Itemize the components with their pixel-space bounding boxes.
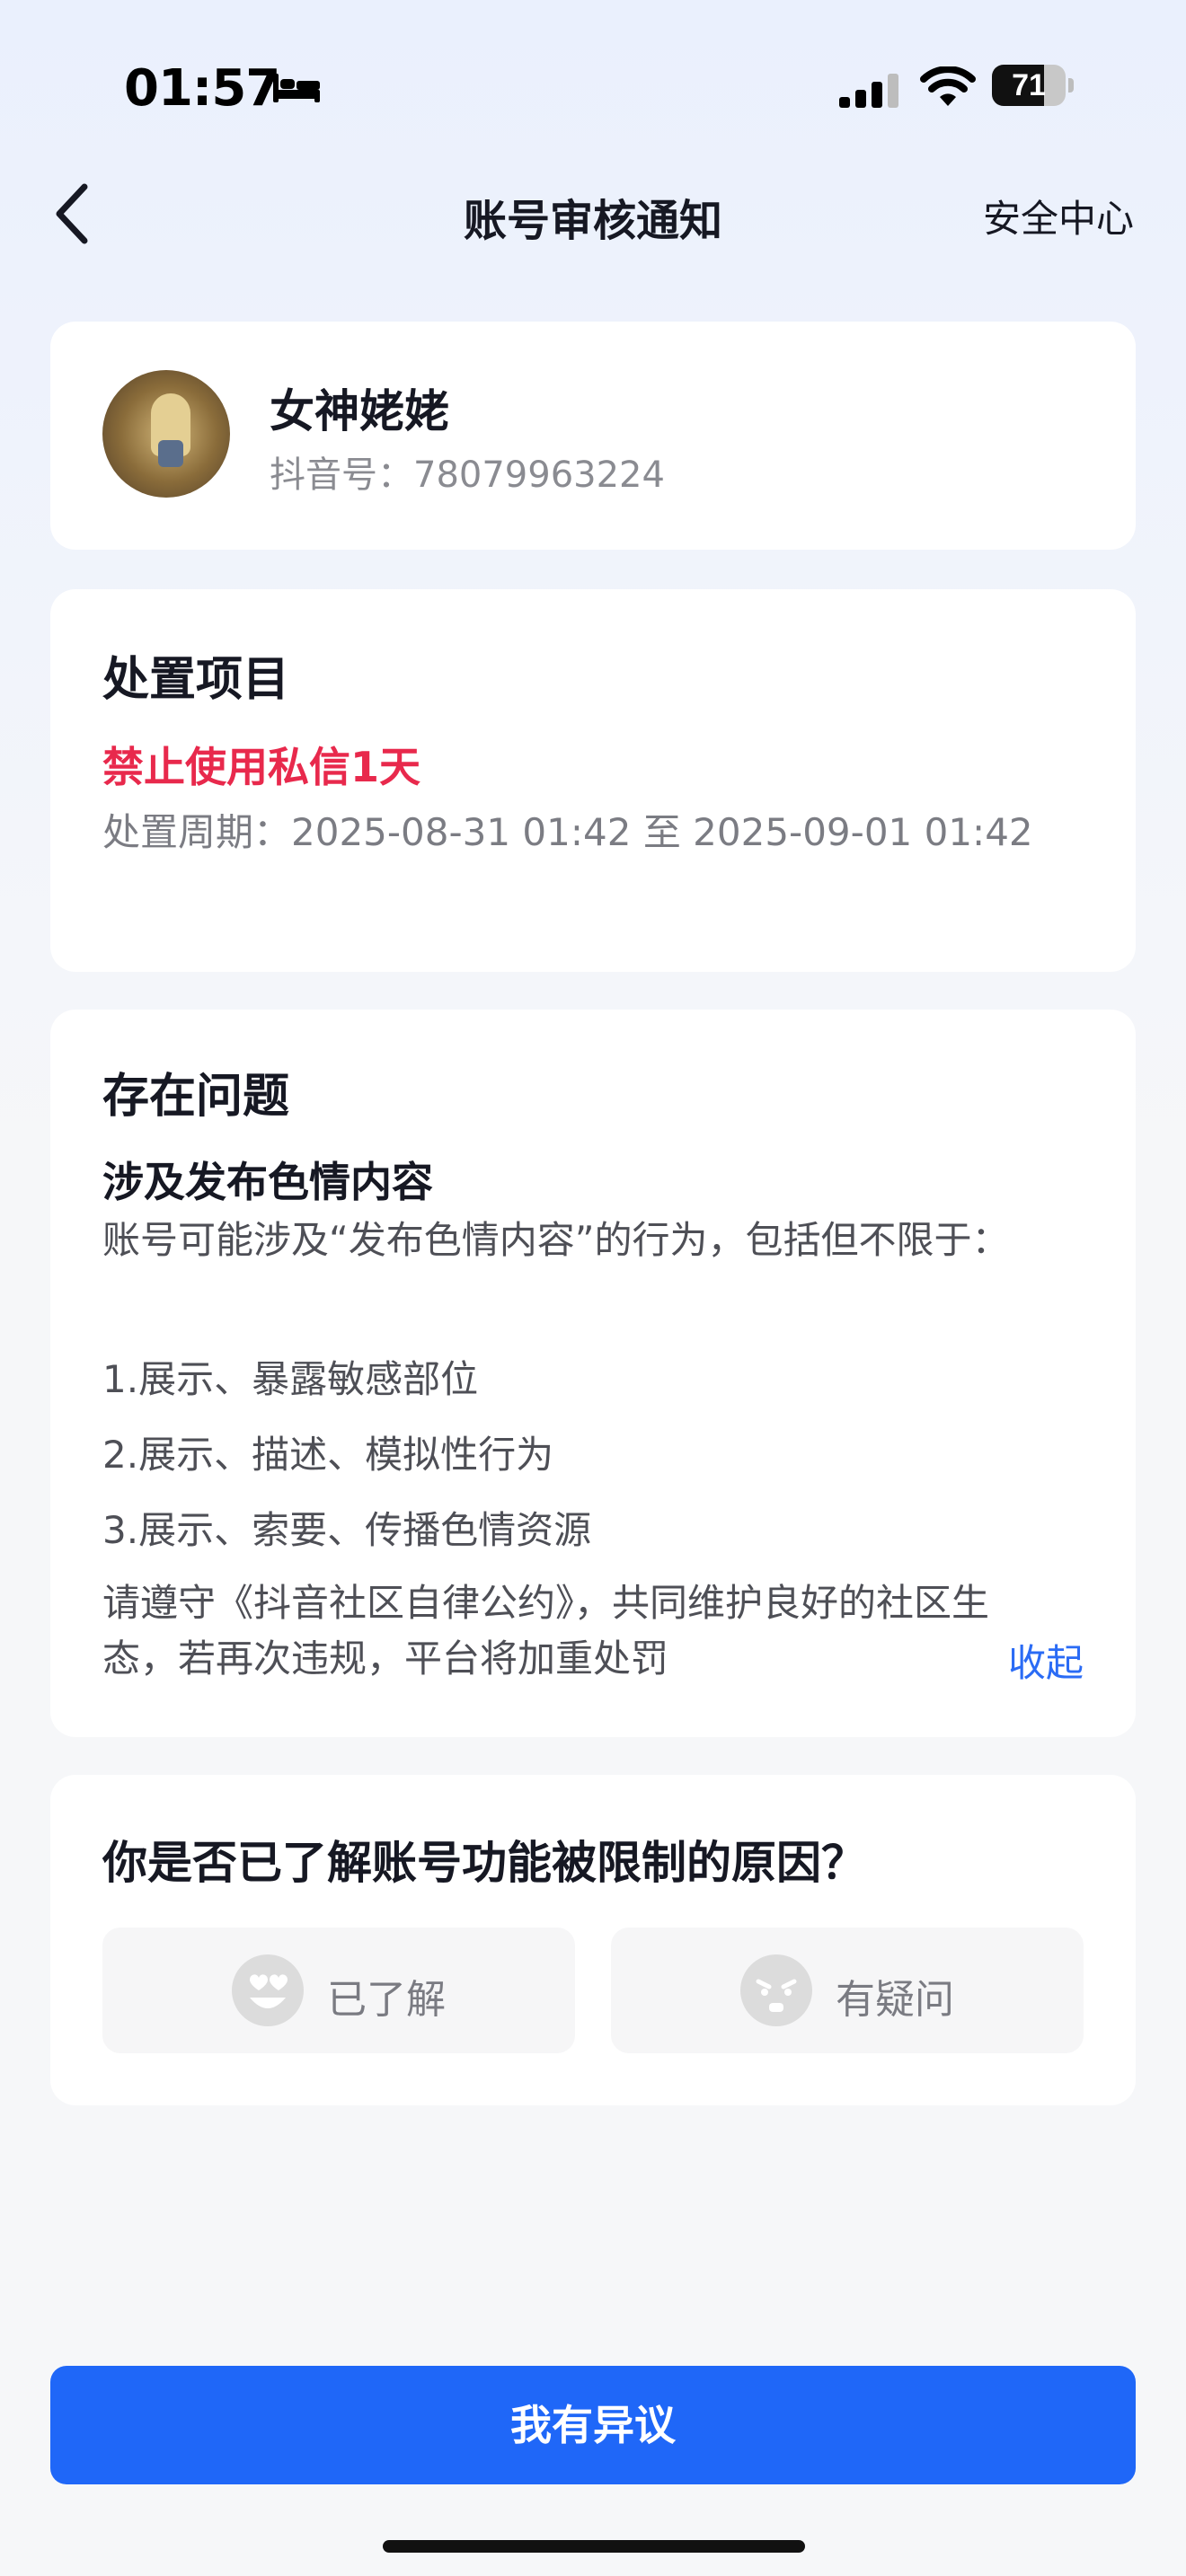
feedback-card: 你是否已了解账号功能被限制的原因？ 已了解 有疑问 xyxy=(50,1775,1136,2105)
cellular-signal-icon xyxy=(839,74,898,108)
douyin-id: 抖音号：78079963224 xyxy=(270,454,665,496)
problem-description: 账号可能涉及“发布色情内容”的行为，包括但不限于： xyxy=(102,1218,1010,1262)
feedback-question: 你是否已了解账号功能被限制的原因？ xyxy=(102,1837,866,1889)
problem-footer: 请遵守《抖音社区自律公约》，共同维护良好的社区生态，若再次违规，平台将加重处罚 xyxy=(102,1581,990,1681)
profile-card: 女神姥姥 抖音号：78079963224 xyxy=(50,322,1136,550)
collapse-link[interactable]: 收起 xyxy=(1008,1633,1084,1688)
problem-item: 2.展示、描述、模拟性行为 xyxy=(102,1433,554,1477)
home-indicator[interactable] xyxy=(383,2540,805,2553)
back-arrow-icon[interactable] xyxy=(50,180,95,248)
problem-title: 存在问题 xyxy=(102,1070,290,1124)
appeal-button[interactable]: 我有异议 xyxy=(50,2366,1136,2484)
handling-card: 处置项目 禁止使用私信1天 处置周期：2025-08-31 01:42 至 20… xyxy=(50,589,1136,972)
wifi-icon xyxy=(920,66,976,106)
handling-title: 处置项目 xyxy=(102,653,290,707)
doubt-button[interactable]: 有疑问 xyxy=(611,1928,1084,2053)
status-time: 01:57 xyxy=(124,59,280,118)
battery-percent: 71 xyxy=(1012,68,1046,102)
problem-subtitle: 涉及发布色情内容 xyxy=(102,1158,433,1206)
problem-item: 1.展示、暴露敏感部位 xyxy=(102,1357,479,1401)
doubt-label: 有疑问 xyxy=(836,1977,954,2023)
heart-eyes-emoji-icon xyxy=(232,1954,304,2026)
understood-label: 已了解 xyxy=(327,1977,446,2023)
sleep-focus-icon xyxy=(273,74,320,102)
battery-indicator: 71 xyxy=(992,65,1075,106)
frowning-emoji-icon xyxy=(740,1954,812,2026)
understood-button[interactable]: 已了解 xyxy=(102,1928,575,2053)
restriction-action: 禁止使用私信1天 xyxy=(102,743,421,791)
problem-item: 3.展示、索要、传播色情资源 xyxy=(102,1508,592,1552)
handling-period: 处置周期：2025-08-31 01:42 至 2025-09-01 01:42 xyxy=(102,810,1033,854)
problem-card: 存在问题 涉及发布色情内容 账号可能涉及“发布色情内容”的行为，包括但不限于： … xyxy=(50,1010,1136,1737)
username: 女神姥姥 xyxy=(270,385,449,437)
page-title: 账号审核通知 xyxy=(463,196,722,246)
security-center-link[interactable]: 安全中心 xyxy=(983,189,1134,243)
avatar[interactable] xyxy=(102,370,230,498)
